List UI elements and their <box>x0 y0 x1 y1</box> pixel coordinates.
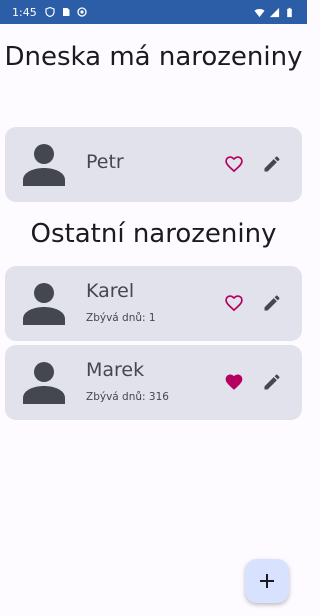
edit-pencil-icon[interactable] <box>262 154 282 174</box>
status-time: 1:45 <box>12 5 37 19</box>
card-name: Petr <box>86 151 124 173</box>
status-bar: 1:45 <box>0 0 307 24</box>
days-remaining: Zbývá dnů: 1 <box>86 312 156 324</box>
section-title-today: Dneska má narozeniny <box>4 42 303 72</box>
heart-filled-icon[interactable] <box>224 372 244 392</box>
birthday-card[interactable]: Marek Zbývá dnů: 316 <box>5 345 302 420</box>
wifi-icon <box>254 8 265 17</box>
section-title-others: Ostatní narozeniny <box>30 219 277 249</box>
days-remaining: Zbývá dnů: 316 <box>86 391 169 403</box>
birthday-card[interactable]: Karel Zbývá dnů: 1 <box>5 266 302 341</box>
status-icons-left <box>45 7 87 17</box>
person-icon <box>23 362 65 404</box>
heart-outline-icon[interactable] <box>224 154 244 174</box>
sync-icon <box>77 7 87 17</box>
edit-pencil-icon[interactable] <box>262 372 282 392</box>
sim-card-icon <box>62 8 70 16</box>
birthday-card[interactable]: Petr <box>5 127 302 202</box>
card-name: Karel <box>86 280 135 302</box>
person-icon <box>23 144 65 186</box>
battery-icon <box>287 7 292 17</box>
edit-pencil-icon[interactable] <box>262 293 282 313</box>
status-icons-right <box>254 7 295 18</box>
shield-icon <box>45 7 55 17</box>
card-name: Marek <box>86 359 145 381</box>
signal-icon <box>269 7 280 17</box>
add-birthday-button[interactable] <box>245 559 289 603</box>
heart-outline-icon[interactable] <box>224 293 244 313</box>
plus-icon <box>260 574 274 588</box>
person-icon <box>23 283 65 325</box>
